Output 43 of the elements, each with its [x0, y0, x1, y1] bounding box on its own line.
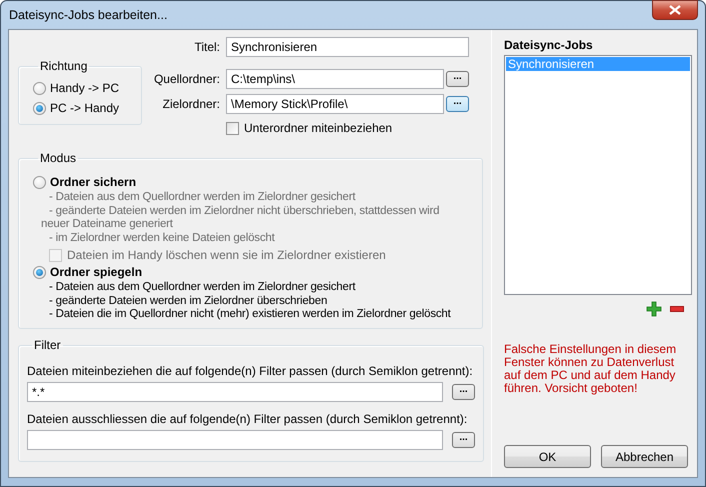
radio-label: Handy -> PC [50, 81, 120, 95]
filter-label: Dateien miteinbeziehen die auf folgende(n) Filter passen (durch Semiklon getrennt): [27, 364, 474, 378]
browse-button[interactable]: ... [452, 432, 475, 448]
radio-button[interactable] [33, 102, 46, 114]
radio-button[interactable] [33, 82, 46, 94]
radio-label: PC -> Handy [50, 101, 120, 115]
remove-icon[interactable] [670, 306, 684, 312]
radio-label: Ordner sichern [50, 175, 136, 189]
group-label: Richtung [39, 59, 88, 73]
description-line: - Dateien die im Quellordner nicht (mehr) existieren werden im Zielordner gelöscht [49, 308, 452, 322]
description-line: - geänderte Dateien werden im Zielordner überschrieben [49, 294, 328, 308]
browse-button[interactable]: ... [452, 384, 475, 400]
folder-field[interactable]: \Memory Stick\Profile\ [226, 94, 444, 114]
checkbox[interactable] [226, 122, 239, 134]
filter-field[interactable] [27, 430, 443, 450]
warning-text: Falsche Einstellungen in diesem Fenster können zu Datenverlust auf dem PC und auf dem Handy führen. Vorsicht geboten! [504, 343, 678, 395]
close-icon [669, 5, 681, 15]
radio-button[interactable] [33, 266, 46, 278]
dialog-button[interactable]: OK [504, 445, 591, 468]
description-line: - im Zielordner werden keine Dateien gelöscht [49, 232, 276, 245]
radio-label: Ordner spiegeln [50, 265, 142, 279]
folder-label: Zielordner: [162, 97, 221, 111]
browse-button[interactable]: ... [446, 71, 469, 87]
dialog-button[interactable]: Abbrechen [601, 445, 688, 468]
window-title: Dateisync-Jobs bearbeiten... [9, 8, 168, 22]
checkbox-label: Dateien im Handy löschen wenn sie im Zielordner existieren [67, 248, 386, 262]
folder-field[interactable]: C:\temp\ins\ [226, 69, 444, 89]
filter-label: Dateien ausschliessen die auf folgende(n) Filter passen (durch Semiklon getrennt): [27, 412, 468, 426]
browse-button[interactable]: ... [446, 96, 469, 112]
description-line: neuer Dateiname generiert [41, 218, 174, 232]
group-label: Modus [39, 151, 78, 165]
description-line: - geänderte Dateien werden im Zielordner nicht überschrieben, stattdessen wird [49, 204, 440, 218]
checkbox-label: Unterordner miteinbeziehen [244, 121, 392, 135]
title-field[interactable]: Synchronisieren [226, 37, 469, 57]
description-line: - Dateien aus dem Quellordner werden im Zielordner gesichert [49, 191, 356, 204]
title-label: Titel: [193, 40, 221, 54]
description-line: - Dateien aus dem Quellordner werden im Zielordner gesichert [49, 281, 356, 294]
filter-field[interactable]: *.* [27, 382, 443, 402]
group-label: Filter [33, 338, 62, 352]
folder-label: Quellordner: [152, 72, 221, 86]
jobs-label: Dateisync-Jobs [504, 38, 594, 52]
close-button[interactable] [652, 0, 698, 20]
add-icon[interactable] [646, 301, 662, 317]
